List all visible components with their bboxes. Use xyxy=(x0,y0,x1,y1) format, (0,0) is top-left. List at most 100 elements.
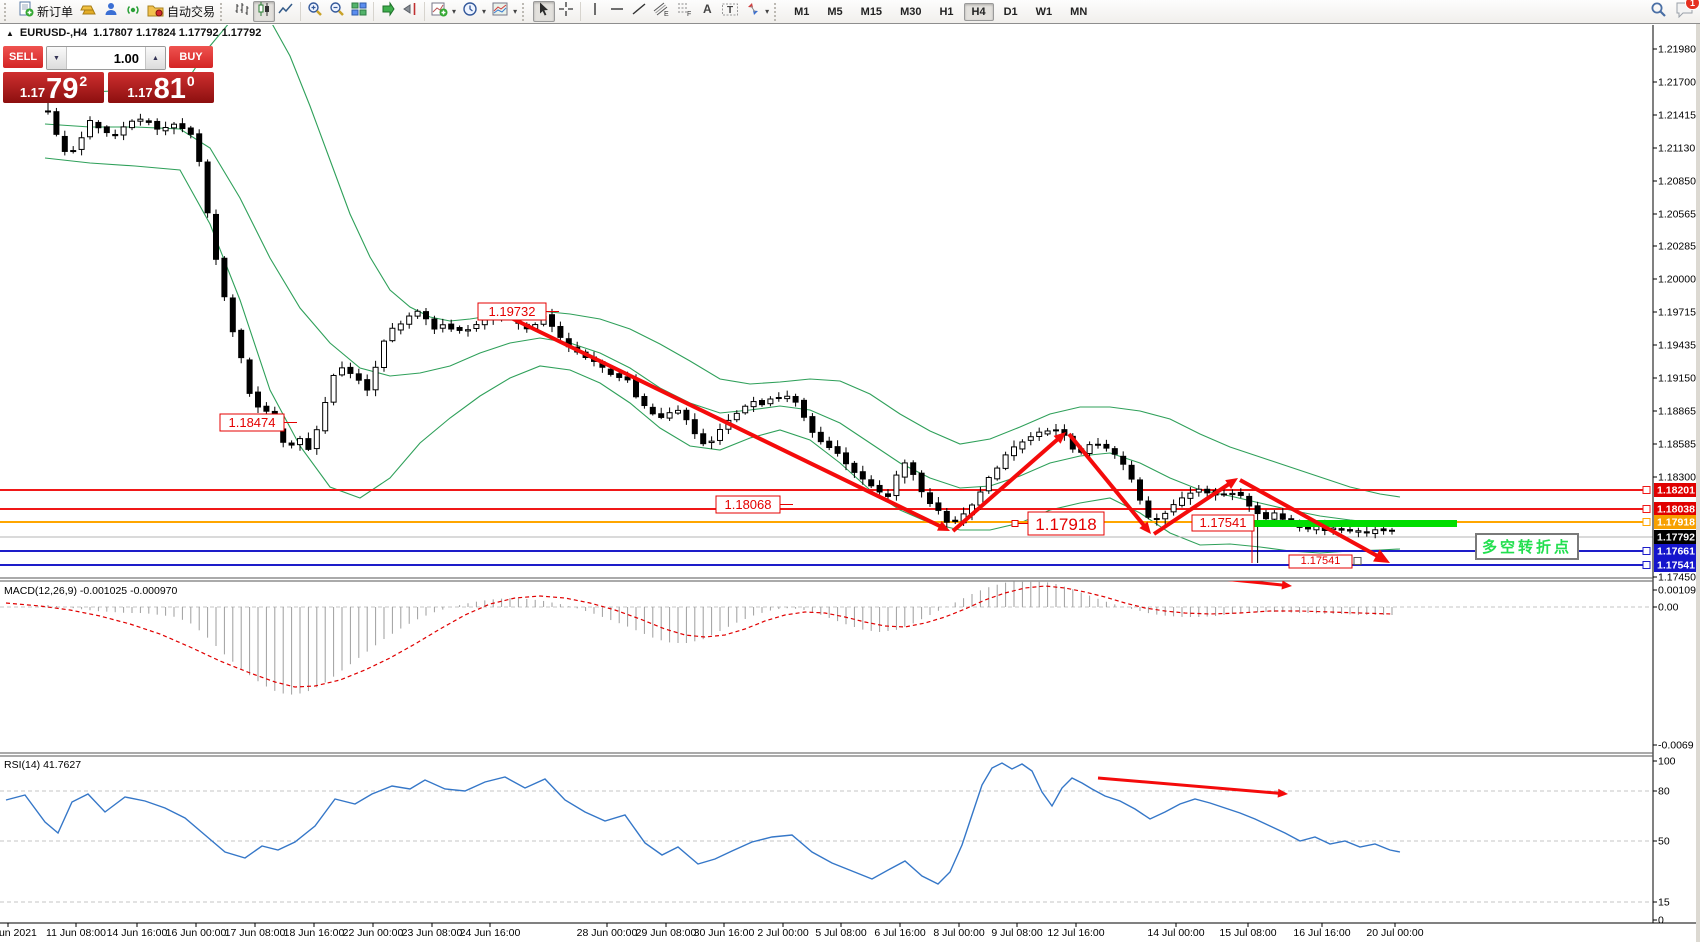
time-tick-label: 15 Jul 08:00 xyxy=(1219,927,1276,939)
sell-price-pip: 2 xyxy=(79,73,87,89)
price-annotation: 1.17541 xyxy=(1289,555,1361,568)
buy-price-pip: 0 xyxy=(187,73,195,89)
sell-price-box[interactable]: 1.17 79 2 xyxy=(3,72,104,103)
turning-point-annotation: 多空转折点 xyxy=(1475,533,1579,560)
svg-text:1.18038: 1.18038 xyxy=(1657,504,1695,516)
price-annotation: 1.17541 xyxy=(1192,515,1254,563)
candle-body xyxy=(1390,530,1395,531)
sell-price-base: 1.17 xyxy=(20,85,45,100)
candle-body xyxy=(382,341,387,367)
candle-body xyxy=(88,121,93,137)
collapse-expand-icon[interactable]: ▲ xyxy=(6,29,14,38)
candle-body xyxy=(1171,505,1176,512)
candle-body xyxy=(365,380,370,390)
candle-body xyxy=(760,401,765,405)
candle-body xyxy=(230,298,235,332)
candle-body xyxy=(743,406,748,413)
candle-body xyxy=(306,439,311,450)
candle-body xyxy=(667,413,672,418)
price-tick-label: 1.20850 xyxy=(1658,176,1696,188)
candle-body xyxy=(1138,480,1143,500)
chart-canvas[interactable]: 1.197321.184741.180681.179181.175411.175… xyxy=(0,0,1700,942)
window-scroll-strip[interactable] xyxy=(1696,24,1700,942)
time-tick-label: 5 Jul 08:00 xyxy=(815,927,867,939)
time-tick-label: 17 Jun 08:00 xyxy=(225,927,286,939)
rsi-label: RSI(14) 41.7627 xyxy=(4,759,81,771)
candle-body xyxy=(457,328,462,331)
candle-body xyxy=(146,121,151,123)
svg-text:1.17918: 1.17918 xyxy=(1035,515,1096,534)
macd-panel xyxy=(0,567,1650,695)
rsi-axis-label: 15 xyxy=(1658,897,1670,909)
candle-body xyxy=(172,124,177,128)
candle-body xyxy=(197,134,202,162)
candle-body xyxy=(1238,492,1243,495)
buy-price-base: 1.17 xyxy=(127,85,152,100)
rsi-axis-label: 100 xyxy=(1658,756,1676,768)
candle-body xyxy=(138,119,143,121)
volume-decrease-button[interactable]: ▼ xyxy=(47,47,67,69)
candle-body xyxy=(1264,513,1269,519)
price-axis: 1.219801.217001.214151.211301.208501.205… xyxy=(1653,25,1700,927)
candle-body xyxy=(62,136,67,151)
candle-body xyxy=(659,414,664,418)
volume-input[interactable]: 1.00 xyxy=(67,47,145,69)
candle-body xyxy=(188,128,193,134)
candle-body xyxy=(860,472,865,479)
candle-body xyxy=(986,478,991,491)
candle-body xyxy=(844,453,849,464)
candle-body xyxy=(701,434,706,444)
candle-body xyxy=(928,493,933,504)
main-chart-panel xyxy=(0,14,1653,565)
price-tick-label: 1.20000 xyxy=(1658,274,1696,286)
candle-body xyxy=(1381,529,1386,531)
candle-body xyxy=(1096,444,1101,445)
candle-body xyxy=(953,520,958,521)
candle-body xyxy=(558,326,563,337)
trend-segment xyxy=(1240,480,1381,558)
candle-body xyxy=(1364,532,1369,533)
candle-body xyxy=(130,121,135,127)
one-click-trading-panel: SELL ▼ 1.00 ▲ BUY 1.17 79 2 1.17 81 0 xyxy=(3,46,215,103)
time-tick-label: 12 Jul 16:00 xyxy=(1047,927,1104,939)
price-tick-label: 1.19715 xyxy=(1658,307,1696,319)
svg-text:1.17541: 1.17541 xyxy=(1200,515,1247,530)
rsi-trend-arrow-head xyxy=(1278,789,1288,798)
rsi-panel xyxy=(0,763,1650,902)
line-anchor-marker xyxy=(1643,506,1650,513)
svg-text:1.19732: 1.19732 xyxy=(489,304,536,319)
buy-price-box[interactable]: 1.17 81 0 xyxy=(108,72,214,103)
candle-body xyxy=(810,417,815,433)
candle-body xyxy=(1180,498,1185,505)
rsi-axis-label: 50 xyxy=(1658,836,1670,848)
volume-increase-button[interactable]: ▲ xyxy=(145,47,165,69)
candle-body xyxy=(1255,506,1260,514)
price-tick-label: 1.17450 xyxy=(1658,572,1696,584)
candle-body xyxy=(264,406,269,411)
ohlc-values: 1.17807 1.17824 1.17792 1.17792 xyxy=(93,27,261,39)
candle-body xyxy=(466,330,471,331)
candle-body xyxy=(877,485,882,491)
candle-body xyxy=(734,413,739,419)
candle-body xyxy=(1112,449,1117,455)
candle-body xyxy=(331,375,336,402)
macd-axis-label: 0.001097 xyxy=(1658,585,1700,597)
candle-body xyxy=(684,410,689,419)
svg-text:1.17541: 1.17541 xyxy=(1657,560,1695,572)
candle-body xyxy=(1028,437,1033,441)
sell-button[interactable]: SELL xyxy=(3,46,43,68)
candle-body xyxy=(407,316,412,324)
candle-body xyxy=(995,468,1000,479)
buy-button[interactable]: BUY xyxy=(169,46,213,68)
time-tick-label: 2 Jul 00:00 xyxy=(757,927,809,939)
candle-body xyxy=(1373,530,1378,534)
macd-trend-arrow-head xyxy=(1282,581,1292,590)
price-tick-label: 1.18865 xyxy=(1658,406,1696,418)
candle-body xyxy=(440,325,445,328)
candle-body xyxy=(1348,530,1353,531)
candle-body xyxy=(46,111,51,112)
candle-body xyxy=(919,473,924,491)
candle-body xyxy=(1306,527,1311,529)
macd-trend-arrow xyxy=(1103,567,1285,585)
time-tick-label: 14 Jun 16:00 xyxy=(107,927,168,939)
